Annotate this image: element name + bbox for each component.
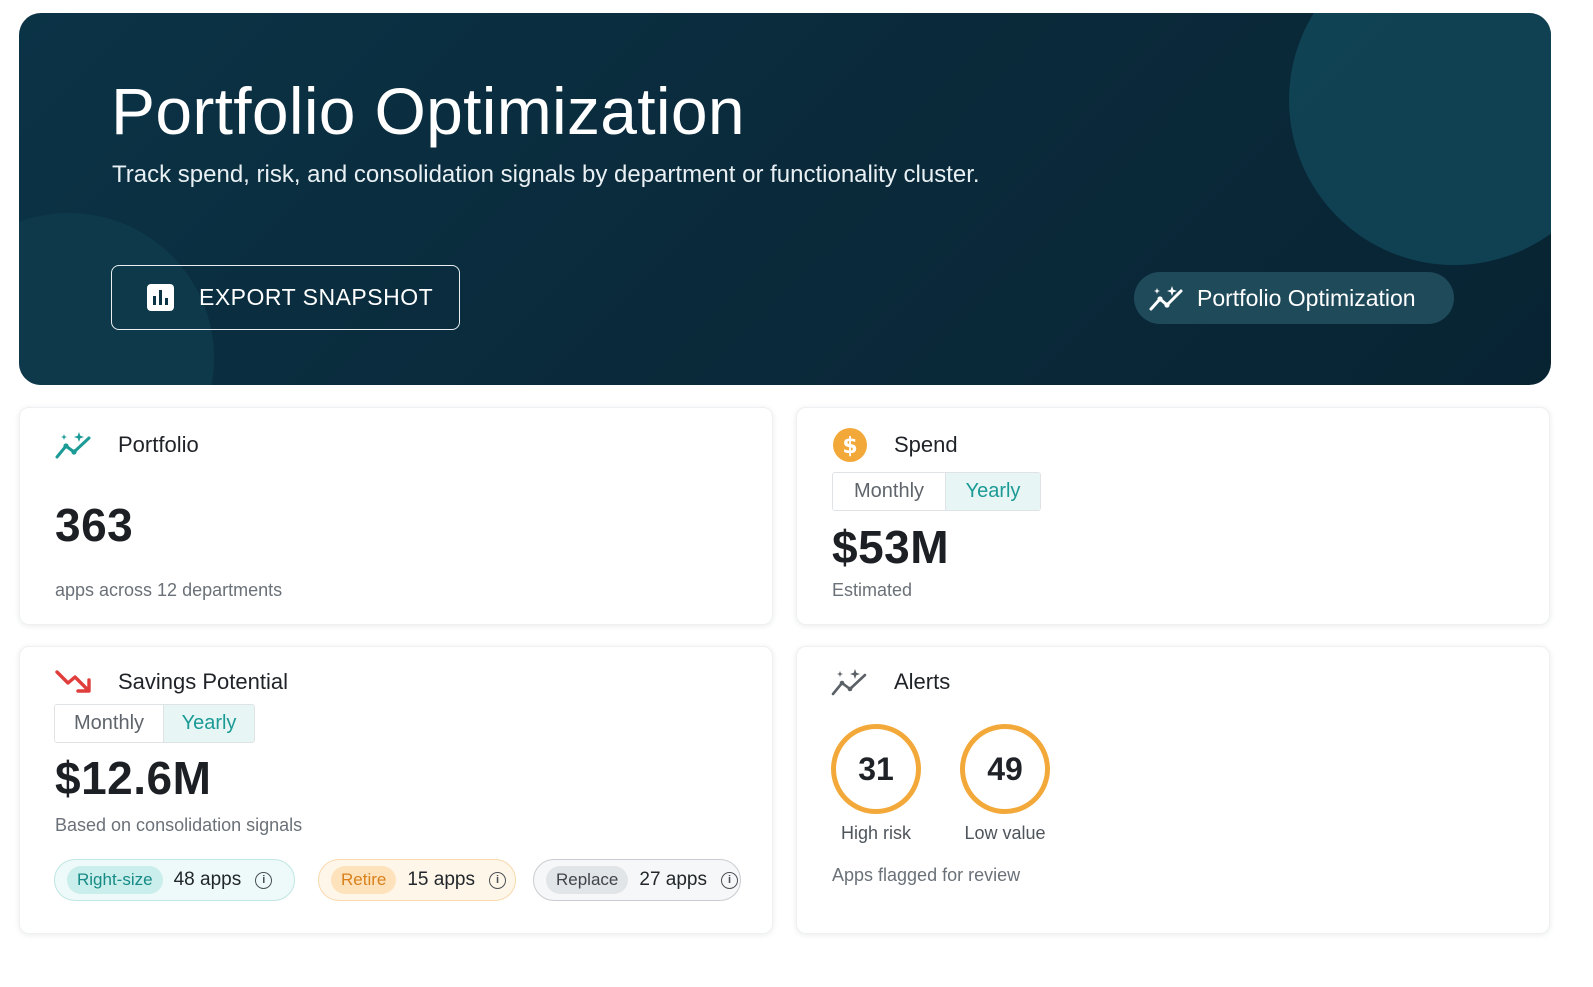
spend-card-header: $ Spend <box>830 428 958 462</box>
sparkle-trend-icon <box>54 428 94 462</box>
page-title: Portfolio Optimization <box>111 74 745 148</box>
spend-yearly-option[interactable]: Yearly <box>946 473 1040 510</box>
savings-potential-card: Savings Potential Monthly Yearly $12.6M … <box>19 646 773 934</box>
dollar-coin-icon: $ <box>830 428 870 462</box>
savings-card-title: Savings Potential <box>118 669 288 694</box>
hero-banner: Portfolio Optimization Track spend, risk… <box>19 13 1551 385</box>
savings-caption: Based on consolidation signals <box>55 815 303 835</box>
spend-card-title: Spend <box>894 432 958 457</box>
alerts-card-title: Alerts <box>894 669 951 694</box>
sparkle-trend-icon <box>1149 286 1183 311</box>
spend-period-toggle[interactable]: Monthly Yearly <box>832 472 1041 511</box>
right-size-chip[interactable]: Right-size 48 apps i <box>54 859 295 901</box>
spend-caption: Estimated <box>832 580 913 600</box>
trend-down-icon <box>54 665 94 699</box>
savings-card-header: Savings Potential <box>54 665 288 699</box>
right-size-count: 48 apps <box>173 869 242 890</box>
replace-count: 27 apps <box>639 869 707 890</box>
low-value-label: Low value <box>964 823 1046 843</box>
sparkle-trend-icon <box>830 665 870 699</box>
decorative-circle <box>1289 13 1551 265</box>
export-snapshot-button[interactable]: EXPORT SNAPSHOT <box>111 265 460 330</box>
info-icon[interactable]: i <box>255 871 273 889</box>
replace-tag: Replace <box>546 866 629 894</box>
alerts-caption: Apps flagged for review <box>832 865 1021 885</box>
portfolio-app-count: 363 <box>55 499 134 551</box>
right-size-tag: Right-size <box>67 866 163 894</box>
savings-value: $12.6M <box>55 752 212 804</box>
module-badge: Portfolio Optimization <box>1134 272 1454 324</box>
alerts-card: Alerts 31 High risk 49 Low value Apps fl… <box>796 646 1550 934</box>
portfolio-card: Portfolio 363 apps across 12 departments <box>19 407 773 625</box>
replace-chip[interactable]: Replace 27 apps i <box>533 859 741 901</box>
spend-monthly-option[interactable]: Monthly <box>833 473 946 510</box>
high-risk-label: High risk <box>840 823 911 843</box>
retire-chip[interactable]: Retire 15 apps i <box>318 859 516 901</box>
bar-chart-icon <box>147 284 174 311</box>
savings-period-toggle[interactable]: Monthly Yearly <box>54 704 255 743</box>
portfolio-card-title: Portfolio <box>118 432 199 457</box>
retire-tag: Retire <box>331 866 397 894</box>
low-value-count-ring[interactable]: 49 <box>960 724 1050 814</box>
export-snapshot-label: EXPORT SNAPSHOT <box>199 284 434 310</box>
page-subtitle: Track spend, risk, and consolidation sig… <box>112 161 980 188</box>
alerts-card-header: Alerts <box>830 665 950 699</box>
savings-yearly-option[interactable]: Yearly <box>164 705 254 742</box>
module-badge-label: Portfolio Optimization <box>1197 284 1416 311</box>
info-icon[interactable]: i <box>721 871 738 889</box>
high-risk-count-ring[interactable]: 31 <box>831 724 921 814</box>
retire-count: 15 apps <box>407 869 475 890</box>
savings-monthly-option[interactable]: Monthly <box>55 705 164 742</box>
info-icon[interactable]: i <box>488 871 506 889</box>
portfolio-caption: apps across 12 departments <box>55 580 283 600</box>
spend-card: $ Spend Monthly Yearly $53M Estimated <box>796 407 1550 625</box>
svg-text:$: $ <box>842 434 857 459</box>
portfolio-card-header: Portfolio <box>54 428 199 462</box>
spend-value: $53M <box>832 521 950 573</box>
